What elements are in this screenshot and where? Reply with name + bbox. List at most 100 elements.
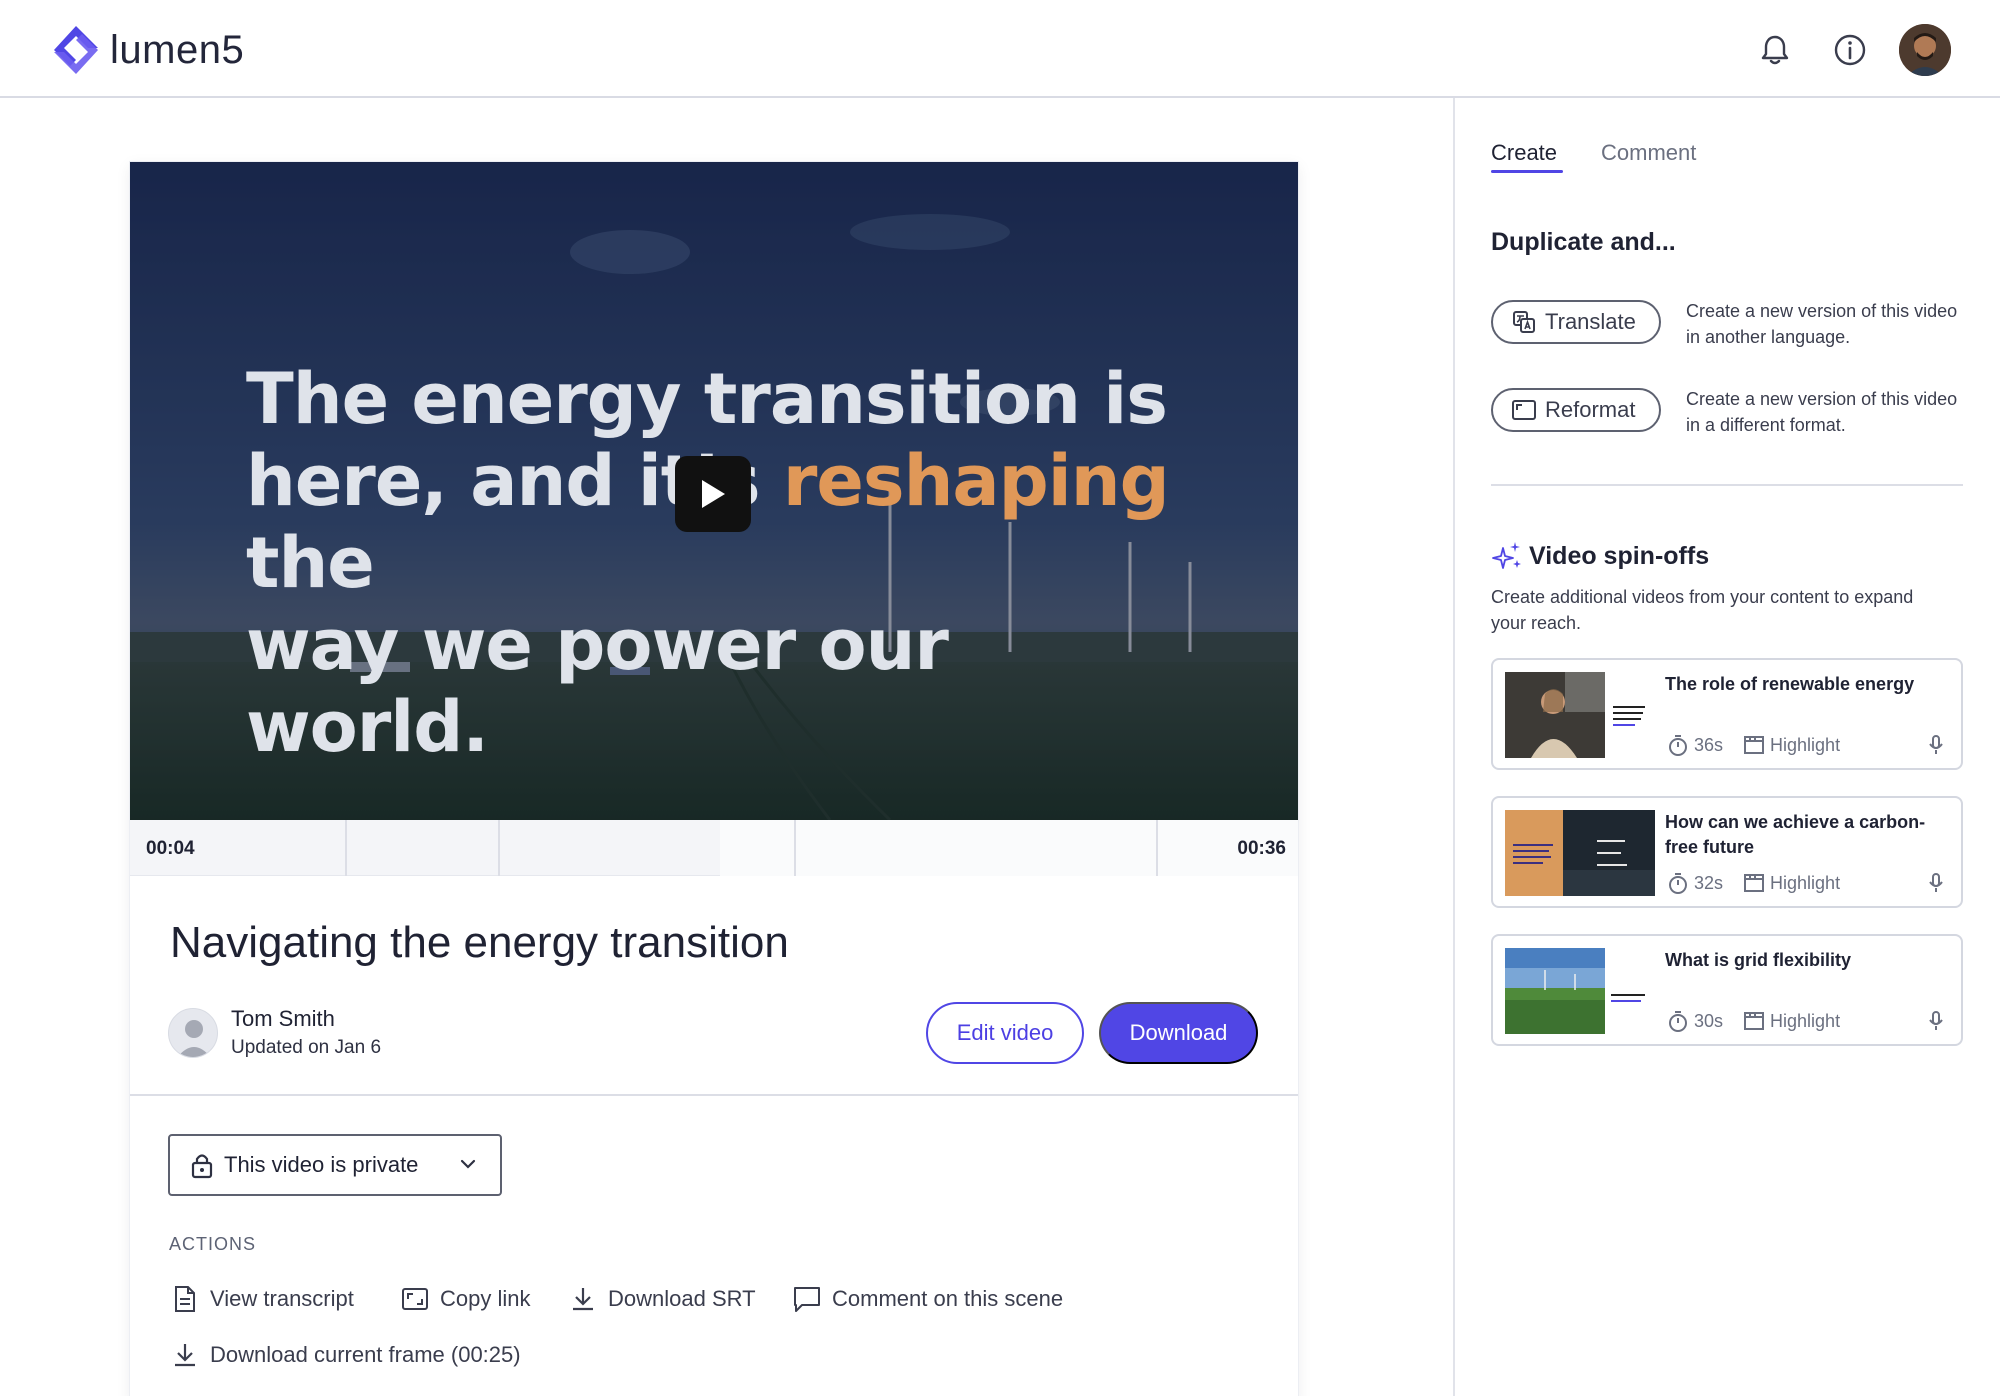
timeline-scene-marker[interactable] (1156, 820, 1158, 876)
caption-line-1: The energy transition is (246, 358, 1168, 440)
spinoff-card[interactable]: What is grid flexibility 30s Highlight (1491, 934, 1963, 1046)
comment-icon (794, 1287, 820, 1312)
spinoff-type: Highlight (1770, 1010, 1841, 1031)
updated-date: Updated on Jan 6 (231, 1037, 382, 1058)
action-label: Copy link (440, 1286, 531, 1311)
timeline-remaining (720, 820, 1298, 876)
timer-icon (1669, 735, 1687, 756)
action-label: View transcript (210, 1286, 354, 1311)
section-divider (1491, 484, 1963, 486)
view-transcript-action[interactable]: View transcript (170, 1284, 354, 1314)
thumbnail-image (1505, 948, 1655, 1034)
video-timeline[interactable]: 00:04 00:36 (130, 820, 1298, 876)
spinoff-duration: 32s (1694, 872, 1724, 893)
spinoff-type: Highlight (1770, 872, 1841, 893)
translate-label: Translate (1545, 309, 1636, 334)
thumbnail-image (1505, 672, 1655, 758)
active-tab-indicator (1491, 170, 1563, 173)
play-icon (702, 480, 725, 508)
spinoffs-title-text: Video spin-offs (1529, 541, 1710, 570)
tab-comment[interactable]: Comment (1601, 140, 1696, 166)
spinoff-meta: 30s Highlight (1667, 1010, 1840, 1032)
reformat-icon (1512, 400, 1536, 420)
help-button[interactable] (1828, 28, 1872, 72)
spinoff-duration: 36s (1694, 734, 1724, 755)
person-placeholder-icon (177, 1020, 211, 1057)
spinoff-thumbnail (1505, 948, 1655, 1034)
spinoff-title: What is grid flexibility (1665, 950, 1852, 970)
copy-link-action[interactable]: Copy link (400, 1284, 530, 1314)
action-label: Download SRT (608, 1286, 756, 1311)
video-player[interactable]: The energy transition is here, and it’s … (130, 162, 1298, 820)
spinoff-title: How can we achieve a carbon-free future (1665, 812, 1926, 857)
translate-description: Create a new version of this video in an… (1686, 301, 1958, 347)
lumen5-logo[interactable]: lumen5 (48, 22, 244, 78)
document-icon (175, 1286, 195, 1312)
action-label: Comment on this scene (832, 1286, 1064, 1311)
video-detail-card: The energy transition is here, and it’s … (130, 162, 1298, 1396)
spinoff-type: Highlight (1770, 734, 1841, 755)
spinoff-card[interactable]: The role of renewable energy 36s Highlig… (1491, 658, 1963, 770)
spinoff-meta: 36s Highlight (1667, 734, 1840, 756)
bell-icon (1761, 35, 1789, 65)
action-label: Download current frame (00:25) (210, 1342, 521, 1367)
user-avatar[interactable] (1899, 24, 1951, 76)
avatar-image (1899, 24, 1951, 76)
thumbnail-image (1505, 810, 1655, 896)
timer-icon (1669, 873, 1687, 894)
download-icon (175, 1344, 195, 1367)
download-srt-action[interactable]: Download SRT (568, 1284, 756, 1314)
current-time: 00:04 (146, 838, 195, 859)
sparkle-icon (1492, 542, 1521, 569)
lock-icon (191, 1154, 213, 1179)
logo-text: lumen5 (110, 27, 245, 72)
spinoff-thumbnail (1505, 810, 1655, 896)
timeline-scene-marker[interactable] (794, 820, 796, 876)
panel-divider (1453, 98, 1455, 1396)
comment-scene-action[interactable]: Comment on this scene (792, 1284, 1063, 1314)
microphone-icon (1929, 873, 1943, 892)
timeline-scene-marker[interactable] (345, 820, 347, 876)
info-icon (1834, 34, 1866, 66)
actions-heading: ACTIONS (169, 1234, 257, 1254)
video-caption: The energy transition is here, and it’s … (246, 358, 1206, 768)
caption-highlight: reshaping (782, 440, 1170, 522)
spinoff-card[interactable]: How can we achieve a carbon-free future … (1491, 796, 1963, 908)
edit-video-button[interactable]: Edit video (926, 1002, 1084, 1064)
frame-icon (402, 1288, 428, 1310)
translate-icon (1513, 311, 1535, 333)
clapperboard-icon (1744, 736, 1765, 754)
caption-line-2-end: the (246, 522, 375, 604)
translate-button[interactable]: Translate (1491, 300, 1661, 344)
spinoff-duration: 30s (1694, 1010, 1724, 1031)
author-avatar (168, 1008, 218, 1058)
microphone-icon (1929, 1011, 1943, 1030)
spinoff-title: The role of renewable energy (1665, 674, 1915, 694)
spinoffs-title: Video spin-offs (1491, 540, 1709, 572)
timeline-scene-marker[interactable] (498, 820, 500, 876)
privacy-dropdown[interactable]: This video is private (168, 1134, 502, 1196)
timer-icon (1669, 1011, 1687, 1032)
reformat-label: Reformat (1545, 397, 1636, 422)
download-button[interactable]: Download (1099, 1002, 1258, 1064)
clapperboard-icon (1744, 874, 1765, 892)
top-header: lumen5 (0, 0, 2000, 98)
author-name: Tom Smith (231, 1006, 335, 1031)
duplicate-section-title: Duplicate and... (1491, 228, 1676, 256)
section-divider (130, 1094, 1298, 1096)
download-icon (573, 1288, 593, 1311)
reformat-description: Create a new version of this video in a … (1686, 389, 1958, 435)
tab-create[interactable]: Create (1491, 140, 1557, 166)
clapperboard-icon (1744, 1012, 1765, 1030)
reformat-button[interactable]: Reformat (1491, 388, 1661, 432)
microphone-icon (1929, 735, 1943, 754)
spinoff-thumbnail (1505, 672, 1655, 758)
chevron-down-icon (460, 1159, 476, 1169)
download-frame-action[interactable]: Download current frame (00:25) (170, 1340, 521, 1370)
play-button[interactable] (675, 456, 751, 532)
lumen5-logo-icon (54, 26, 98, 74)
privacy-label: This video is private (224, 1152, 419, 1177)
video-title: Navigating the energy transition (170, 918, 789, 967)
notifications-button[interactable] (1753, 28, 1797, 72)
spinoff-meta: 32s Highlight (1667, 872, 1840, 894)
